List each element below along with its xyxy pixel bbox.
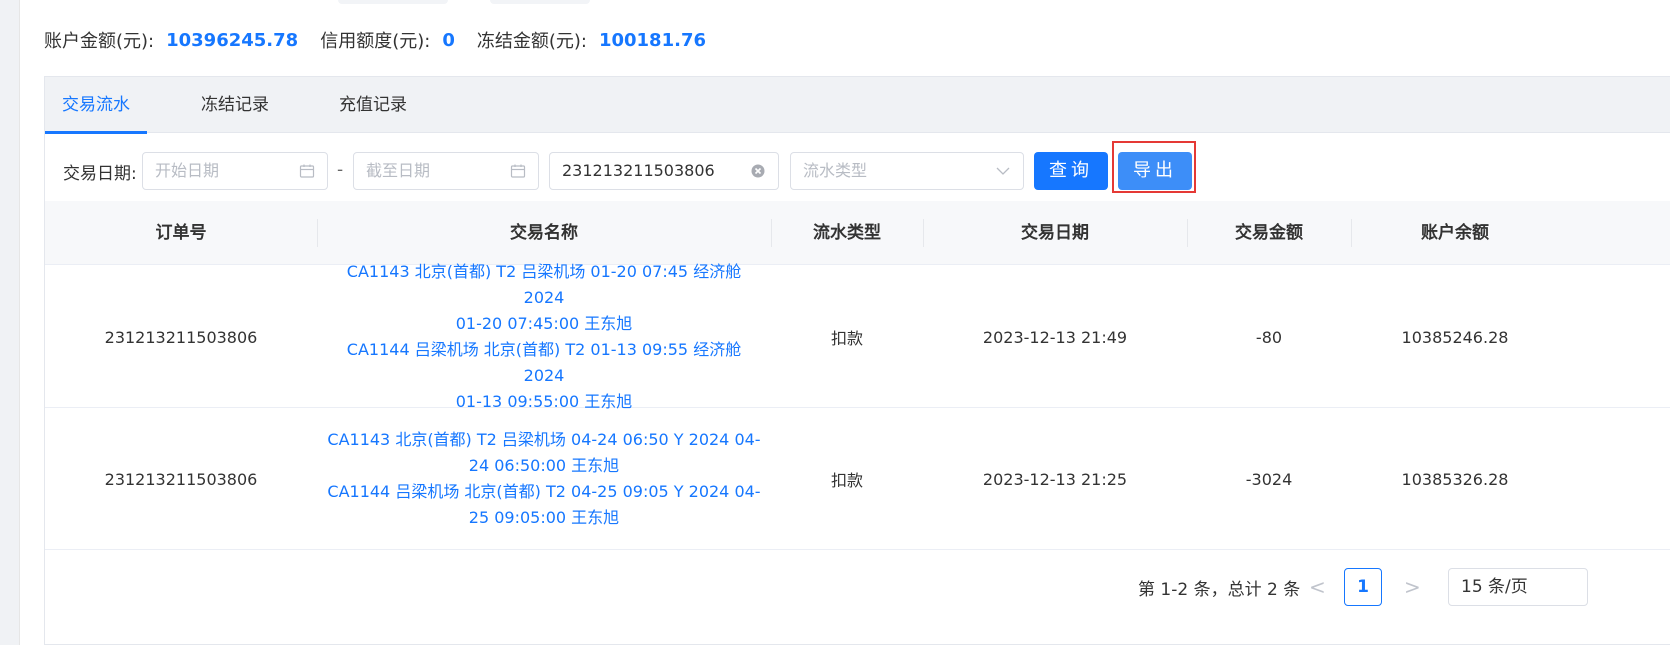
pagination-total: 第 1-2 条，总计 2 条 (1138, 580, 1301, 600)
credit-limit-label: 信用额度(元): (320, 31, 431, 52)
cell-trade-date: 2023-12-13 21:49 (982, 327, 1128, 347)
col-trade-name: 交易名称 (510, 223, 578, 243)
tab-frozen-records[interactable]: 冻结记录 (185, 77, 285, 133)
cell-trade-amount: -3024 (1245, 469, 1293, 489)
table-row: 231213211503806 CA1143 北京(首都) T2 吕梁机场 01… (45, 262, 1670, 411)
credit-limit-value: 0 (442, 29, 455, 51)
table-header: 订单号 交易名称 流水类型 交易日期 交易金额 账户余额 (45, 201, 1670, 265)
cell-trade-date: 2023-12-13 21:25 (982, 469, 1128, 489)
order-number-input[interactable]: 231213211503806 (549, 152, 779, 190)
cell-trade-name[interactable]: CA1143 北京(首都) T2 吕梁机场 01-20 07:45 经济舱 20… (317, 262, 771, 411)
frozen-amount-label: 冻结金额(元): (476, 31, 587, 52)
start-date-input[interactable]: 开始日期 (142, 152, 328, 190)
cell-order-number: 231213211503806 (104, 469, 258, 489)
flow-type-select[interactable]: 流水类型 (790, 152, 1024, 190)
prev-page-button[interactable]: < (1309, 575, 1326, 599)
trade-name-line: CA1143 北京(首都) T2 吕梁机场 01-20 07:45 经济舱 20… (346, 262, 742, 307)
cell-flow-type: 扣款 (830, 329, 863, 348)
page-size-select[interactable]: 15 条/页 (1448, 568, 1588, 606)
trade-name-line: 24 06:50:00 王东旭 (468, 456, 620, 475)
top-ghost-tab-2 (490, 0, 590, 4)
col-trade-date: 交易日期 (1021, 223, 1089, 243)
flow-type-placeholder: 流水类型 (803, 161, 868, 180)
cell-balance: 10385246.28 (1401, 327, 1509, 347)
trade-name-line: CA1143 北京(首都) T2 吕梁机场 04-24 06:50 Y 2024… (327, 430, 761, 449)
col-order-number: 订单号 (155, 223, 207, 243)
cell-order-number: 231213211503806 (104, 327, 258, 347)
export-button[interactable]: 导出 (1118, 152, 1192, 190)
page-1-button[interactable]: 1 (1344, 568, 1382, 606)
page-size-value: 15 条/页 (1461, 577, 1528, 597)
calendar-icon (299, 164, 315, 178)
cell-flow-type: 扣款 (830, 471, 863, 490)
next-page-button[interactable]: > (1404, 575, 1421, 599)
order-number-value: 231213211503806 (562, 161, 715, 180)
account-amount-label: 账户金额(元): (44, 31, 155, 52)
trade-date-label: 交易日期: (63, 164, 137, 184)
trade-name-line: CA1144 吕梁机场 北京(首都) T2 01-13 09:55 经济舱 20… (346, 340, 742, 385)
tab-transactions[interactable]: 交易流水 (45, 77, 147, 134)
chevron-down-icon (996, 167, 1010, 175)
cell-trade-name[interactable]: CA1143 北京(首都) T2 吕梁机场 04-24 06:50 Y 2024… (317, 408, 771, 550)
end-date-placeholder: 截至日期 (366, 161, 431, 180)
clear-icon[interactable] (750, 163, 766, 179)
end-date-input[interactable]: 截至日期 (353, 152, 539, 190)
cell-trade-amount: -80 (1255, 327, 1283, 347)
start-date-placeholder: 开始日期 (155, 161, 220, 180)
trade-name-line: 01-20 07:45:00 王东旭 (455, 314, 633, 333)
col-balance: 账户余额 (1421, 223, 1489, 243)
col-trade-amount: 交易金额 (1235, 223, 1303, 243)
trade-name-line: CA1144 吕梁机场 北京(首都) T2 04-25 09:05 Y 2024… (327, 482, 761, 501)
frozen-amount-value: 100181.76 (598, 29, 706, 51)
tab-recharge-records[interactable]: 充值记录 (323, 77, 423, 133)
tab-bar: 交易流水 冻结记录 充值记录 (45, 77, 1670, 134)
trade-name-line: 25 09:05:00 王东旭 (468, 508, 620, 527)
account-amount-value: 10396245.78 (166, 29, 299, 51)
table-row: 231213211503806 CA1143 北京(首都) T2 吕梁机场 04… (45, 408, 1670, 550)
date-range-separator: - (337, 160, 344, 180)
cell-balance: 10385326.28 (1401, 469, 1509, 489)
account-summary: 账户金额(元): 10396245.78 信用额度(元): 0 冻结金额(元):… (44, 26, 728, 54)
left-rail (0, 0, 20, 645)
query-button[interactable]: 查询 (1034, 152, 1108, 190)
records-panel: 交易流水 冻结记录 充值记录 交易日期: 开始日期 - 截至日期 2312132… (44, 76, 1670, 645)
calendar-icon (510, 164, 526, 178)
col-flow-type: 流水类型 (813, 223, 881, 243)
top-ghost-tab-1 (338, 0, 448, 4)
